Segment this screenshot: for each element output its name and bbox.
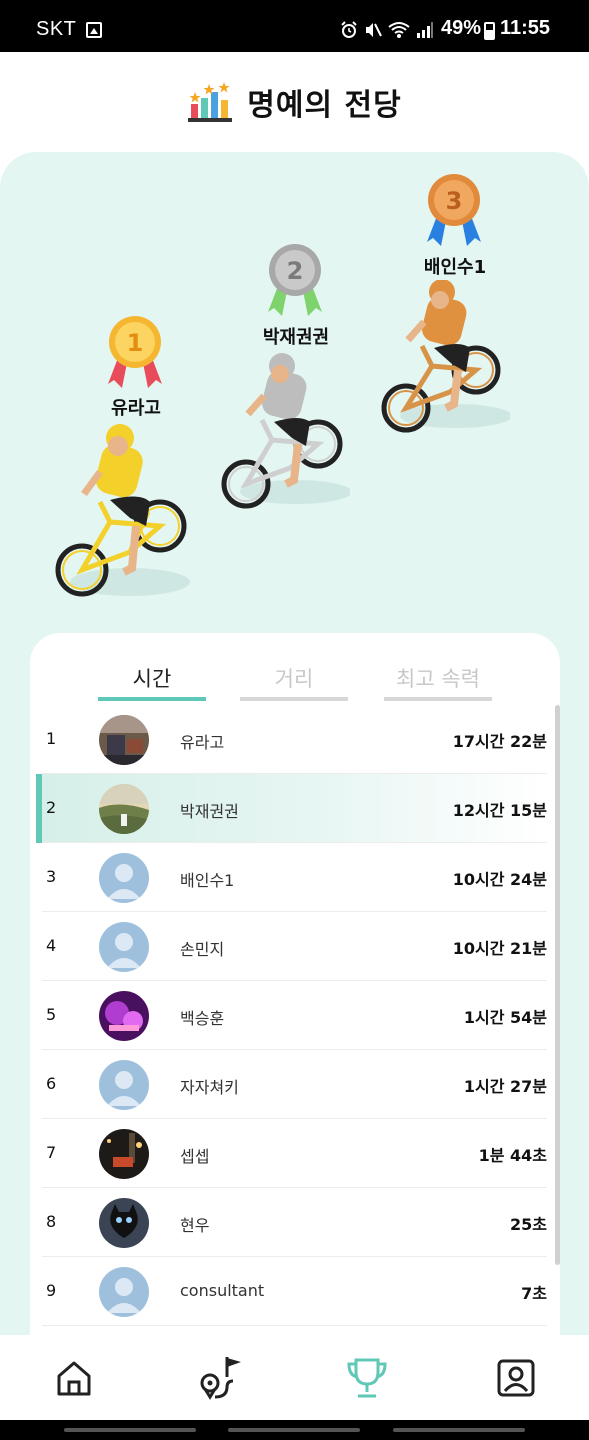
avatar: [99, 1129, 149, 1179]
page-header: 명예의 전당: [0, 52, 589, 152]
podium-third-name: 배인수1: [423, 257, 487, 278]
battery-icon: [484, 22, 495, 40]
ranking-row[interactable]: 1 유라고 17시간 22분: [42, 705, 547, 774]
cyclist-third-illustration: [381, 280, 510, 433]
default-avatar-icon: [99, 922, 149, 972]
gesture-handle: [393, 1428, 525, 1432]
mute-icon: [366, 23, 382, 37]
tab-time[interactable]: 시간: [98, 663, 206, 693]
avatar: [99, 991, 149, 1041]
cyclist-second-illustration: [221, 353, 350, 509]
user-name: 셉셉: [180, 1147, 210, 1166]
default-avatar-icon: [99, 1060, 149, 1110]
ride-time: 1시간 27분: [463, 1077, 547, 1096]
user-name: 백승훈: [180, 1009, 225, 1028]
signal-icon: [417, 22, 433, 38]
ride-time: 7초: [521, 1284, 547, 1303]
rank-number: 9: [46, 1281, 57, 1300]
ranking-row[interactable]: 7 셉셉 1분 44초: [42, 1119, 547, 1188]
nav-ranking[interactable]: [342, 1353, 392, 1403]
ranking-row[interactable]: 6 자자쳐키 1시간 27분: [42, 1050, 547, 1119]
ranking-tabs: 시간 거리 최고 속력: [30, 633, 560, 705]
system-gesture-bar: [0, 1420, 589, 1440]
user-name: 손민지: [180, 940, 225, 959]
user-name: 자자쳐키: [180, 1078, 239, 1097]
trophy-icon: [347, 1358, 387, 1398]
nav-route[interactable]: [195, 1353, 245, 1403]
rank-number: 1: [46, 729, 57, 748]
rank-number: 5: [46, 1005, 57, 1024]
podium-second-name: 박재권권: [262, 327, 330, 348]
silver-medal-icon: 2: [268, 244, 322, 316]
medal-2-number: 2: [287, 257, 304, 285]
ride-time: 10시간 24분: [452, 870, 547, 889]
rank-number: 2: [46, 798, 57, 817]
tab-top-speed[interactable]: 최고 속력: [384, 663, 492, 693]
podium-first-name: 유라고: [111, 398, 161, 419]
ranking-card: 시간 거리 최고 속력 1 유라고 17시간 22분 2 박재권권 12시간 1…: [30, 633, 560, 1353]
ranking-row[interactable]: 4 손민지 10시간 21분: [42, 912, 547, 981]
route-flag-icon: [200, 1357, 241, 1400]
avatar: [99, 784, 149, 834]
clock: 11:55: [500, 17, 551, 39]
ranking-row[interactable]: 5 백승훈 1시간 54분: [42, 981, 547, 1050]
bottom-navigation: [0, 1335, 589, 1420]
gesture-handle: [228, 1428, 360, 1432]
user-name: 현우: [180, 1216, 210, 1235]
battery-percent: 49%: [441, 17, 482, 39]
tab-distance-indicator: [240, 697, 348, 701]
user-name: 박재권권: [180, 802, 239, 821]
rank-number: 3: [46, 867, 57, 886]
podium-chart-icon: [188, 82, 233, 122]
ranking-row[interactable]: 3 배인수1 10시간 24분: [42, 843, 547, 912]
user-name: 유라고: [180, 733, 225, 752]
ranking-row[interactable]: 9 consultant 7초: [42, 1257, 547, 1326]
ride-time: 10시간 21분: [452, 939, 547, 958]
gallery-notification-icon: [86, 22, 102, 38]
carrier-label: SKT: [36, 18, 77, 40]
ride-time: 25초: [510, 1215, 547, 1234]
default-avatar-icon: [99, 853, 149, 903]
nav-home[interactable]: [49, 1353, 99, 1403]
rank-number: 4: [46, 936, 57, 955]
user-name: consultant: [180, 1281, 265, 1300]
gesture-handle: [64, 1428, 196, 1432]
status-bar: SKT 49% 11:55: [0, 0, 589, 52]
alarm-icon: [341, 21, 357, 38]
default-avatar-icon: [99, 1267, 149, 1317]
ranking-row[interactable]: 8 현우 25초: [42, 1188, 547, 1257]
rank-number: 7: [46, 1143, 57, 1162]
rank-number: 8: [46, 1212, 57, 1231]
list-scrollbar[interactable]: [555, 705, 560, 1265]
profile-icon: [497, 1359, 535, 1397]
avatar: [99, 1198, 149, 1248]
medal-1-number: 1: [127, 329, 144, 357]
ride-time: 1시간 54분: [463, 1008, 547, 1027]
tab-distance[interactable]: 거리: [240, 663, 348, 693]
nav-profile[interactable]: [491, 1353, 541, 1403]
gold-medal-icon: 1: [108, 316, 162, 388]
page-title: 명예의 전당: [247, 88, 402, 123]
cyclist-first-illustration: [55, 424, 190, 597]
ride-time: 17시간 22분: [452, 732, 547, 751]
tab-top-speed-indicator: [384, 697, 492, 701]
wifi-icon: [388, 22, 410, 38]
ranking-row-current-user[interactable]: 2 박재권권 12시간 15분: [36, 774, 547, 843]
home-icon: [57, 1361, 91, 1396]
status-icons: [340, 18, 434, 42]
rank-number: 6: [46, 1074, 57, 1093]
avatar: [99, 715, 149, 765]
ranking-list[interactable]: 1 유라고 17시간 22분 2 박재권권 12시간 15분 3 배인수1 10…: [36, 705, 552, 1326]
ride-time: 12시간 15분: [452, 801, 547, 820]
tab-time-indicator: [98, 697, 206, 701]
user-name: 배인수1: [180, 871, 235, 890]
medal-3-number: 3: [446, 187, 463, 215]
ride-time: 1분 44초: [478, 1146, 547, 1165]
bronze-medal-icon: 3: [427, 174, 481, 246]
